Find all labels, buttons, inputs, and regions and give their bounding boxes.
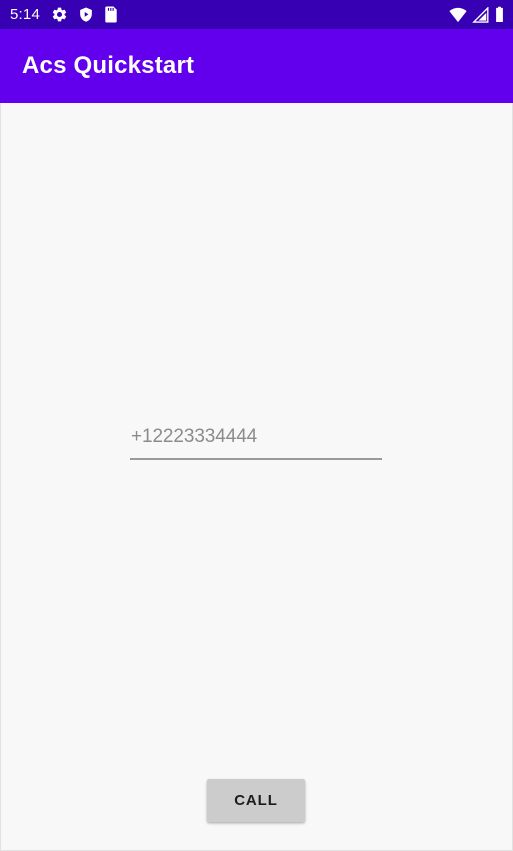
phone-number-input[interactable] (131, 418, 381, 456)
status-bar: 5:14 (0, 0, 513, 29)
wifi-icon (448, 7, 468, 23)
app-bar-title: Acs Quickstart (22, 52, 195, 79)
play-protect-shield-icon (78, 6, 94, 23)
status-bar-left-icons (51, 6, 118, 23)
settings-gear-icon (51, 6, 68, 23)
status-bar-clock: 5:14 (10, 6, 40, 23)
call-button[interactable]: CALL (207, 779, 305, 822)
sd-card-storage-icon (104, 6, 118, 23)
app-bar: Acs Quickstart (0, 29, 513, 103)
main-content-area: CALL (0, 103, 513, 851)
cellular-signal-icon (472, 5, 490, 23)
android-phone-screen: 5:14 Acs Quickstart +12223334444 CALL (0, 0, 513, 851)
status-bar-right-icons (448, 5, 505, 23)
battery-icon (494, 6, 505, 23)
phone-number-field[interactable] (130, 418, 382, 460)
